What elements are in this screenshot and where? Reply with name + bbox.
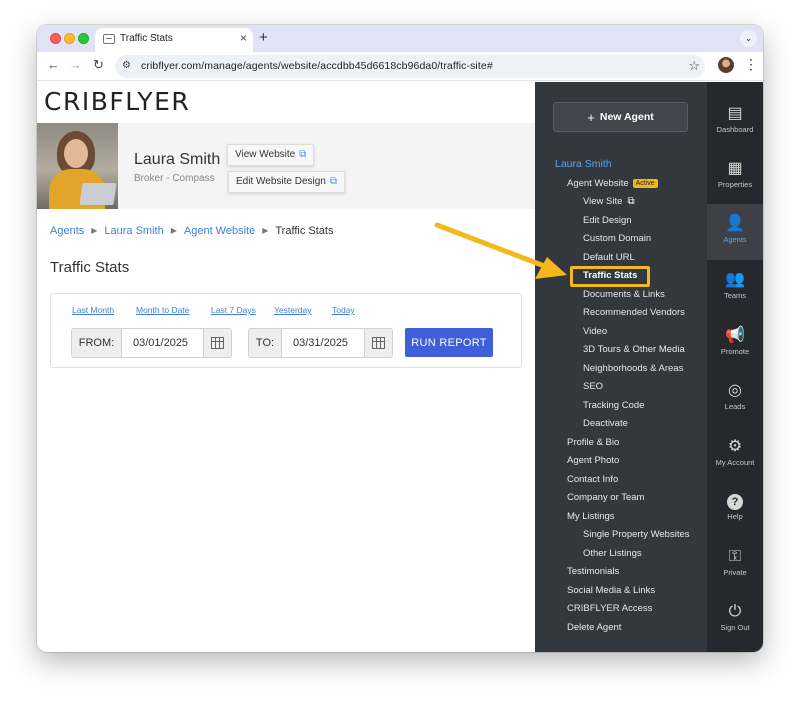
address-bar[interactable]: ⚙ cribflyer.com/manage/agents/website/ac… xyxy=(115,55,705,78)
image-icon xyxy=(103,34,115,44)
bookmark-star-icon[interactable]: ☆ xyxy=(688,58,700,74)
browser-toolbar: ← → ↻ ⚙ cribflyer.com/manage/agents/webs… xyxy=(37,52,763,81)
profile-avatar[interactable] xyxy=(718,57,734,73)
close-window-button[interactable] xyxy=(50,33,61,44)
forward-button[interactable]: → xyxy=(69,57,82,72)
reload-button[interactable]: ↻ xyxy=(93,57,104,73)
tab-close-icon[interactable]: × xyxy=(240,31,247,45)
browser-window: Traffic Stats × + ⌄ ← → ↻ ⚙ cribflyer.co… xyxy=(37,25,763,652)
page: CRIBFLYER Laura Smith Broker - Compass V… xyxy=(37,82,763,652)
new-tab-button[interactable]: + xyxy=(259,29,268,46)
site-settings-icon[interactable]: ⚙ xyxy=(122,60,131,71)
back-button[interactable]: ← xyxy=(47,57,60,72)
annotation-arrow xyxy=(434,222,567,279)
tab-search-button[interactable]: ⌄ xyxy=(740,30,757,47)
minimize-window-button[interactable] xyxy=(64,33,75,44)
browser-menu-icon[interactable]: ⋮ xyxy=(744,56,758,73)
url-text[interactable]: cribflyer.com/manage/agents/website/accd… xyxy=(141,60,493,72)
zoom-window-button[interactable] xyxy=(78,33,89,44)
tab-title: Traffic Stats xyxy=(120,33,173,44)
tab-bar: Traffic Stats × + ⌄ xyxy=(37,25,763,52)
browser-tab[interactable]: Traffic Stats × xyxy=(95,28,253,52)
